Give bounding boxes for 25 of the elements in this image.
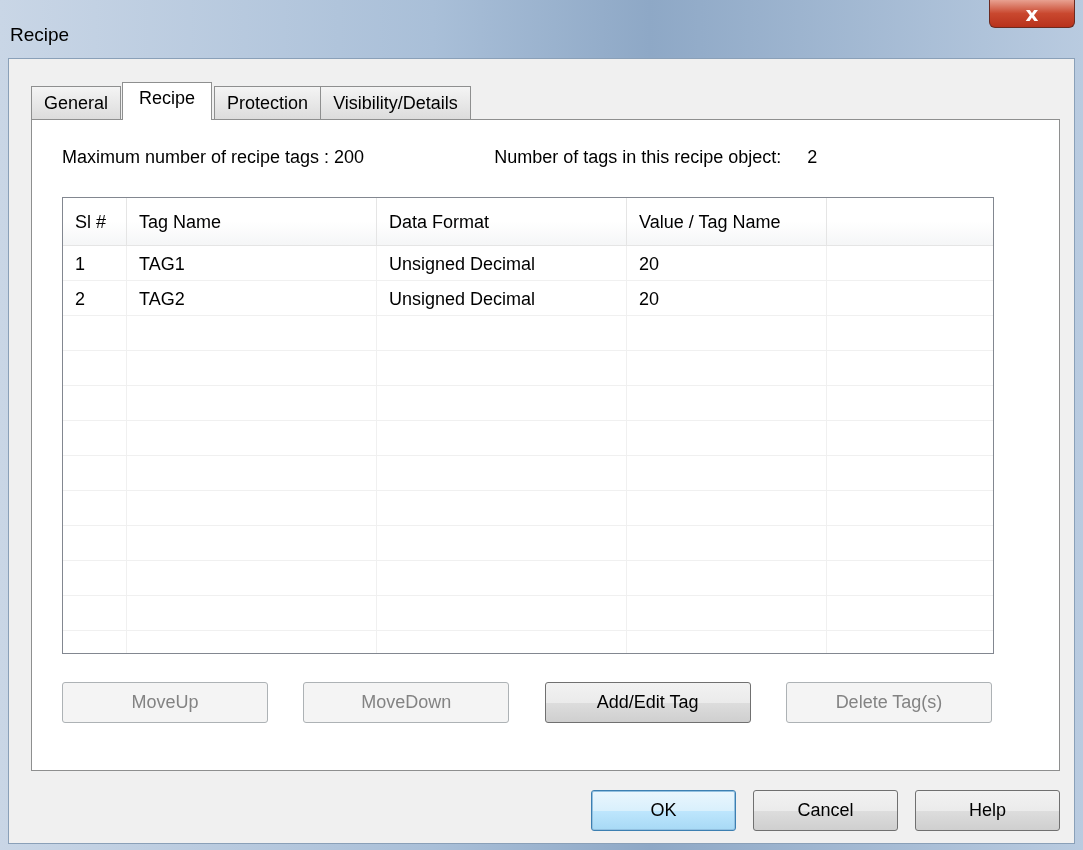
table-cell: 20 <box>627 246 827 280</box>
table-cell: Unsigned Decimal <box>377 246 627 280</box>
dialog-button[interactable]: Cancel <box>753 790 898 831</box>
table-cell: Unsigned Decimal <box>377 281 627 315</box>
tag-count-label: Number of tags in this recipe object: <box>494 147 782 169</box>
tag-count-value: 2 <box>807 147 818 169</box>
tab[interactable]: Visibility/Details <box>320 86 471 119</box>
column-header[interactable]: Sl # <box>63 198 127 245</box>
tag-action-button[interactable]: Add/Edit Tag <box>544 682 751 723</box>
table-cell: 2 <box>63 281 127 315</box>
max-tags-label: Maximum number of recipe tags : 200 <box>62 147 365 169</box>
tab[interactable]: Recipe <box>122 82 213 120</box>
column-header[interactable]: Tag Name <box>127 198 377 245</box>
window-title: Recipe <box>10 24 70 46</box>
table-cell: 20 <box>627 281 827 315</box>
close-button[interactable]: x <box>989 0 1075 28</box>
dialog-button[interactable]: Help <box>915 790 1060 831</box>
dialog-button[interactable]: OK <box>591 790 736 831</box>
tab[interactable]: Protection <box>214 86 322 119</box>
column-header[interactable]: Value / Tag Name <box>627 198 827 245</box>
table-cell: 1 <box>63 246 127 280</box>
column-header[interactable]: Data Format <box>377 198 627 245</box>
table-cell: TAG2 <box>127 281 377 315</box>
tab[interactable]: General <box>31 86 122 119</box>
table-cell: TAG1 <box>127 246 377 280</box>
